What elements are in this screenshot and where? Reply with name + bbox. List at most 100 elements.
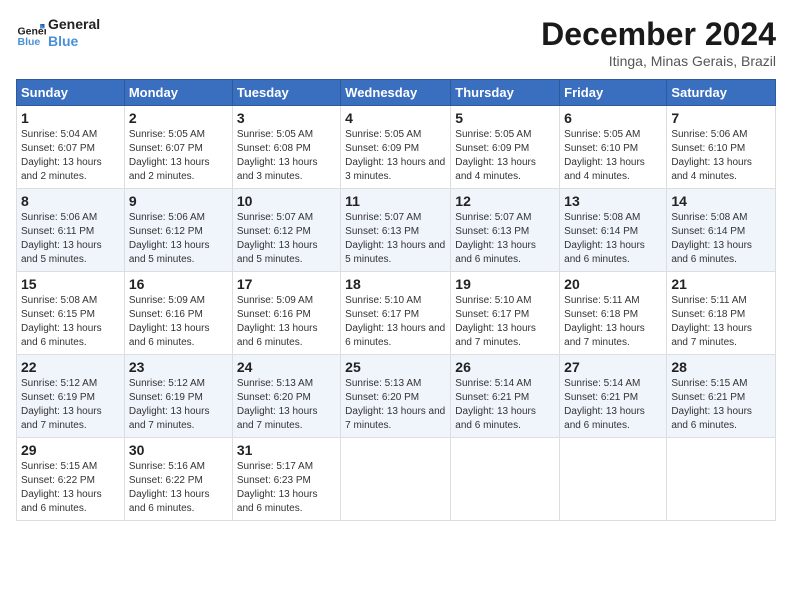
sunrise-label: Sunrise: 5:13 AM — [345, 378, 421, 389]
sunset-label: Sunset: 6:17 PM — [345, 309, 419, 320]
calendar-week-row: 15 Sunrise: 5:08 AM Sunset: 6:15 PM Dayl… — [17, 272, 776, 355]
day-number: 16 — [129, 276, 228, 292]
day-info: Sunrise: 5:05 AM Sunset: 6:09 PM Dayligh… — [345, 128, 446, 184]
logo: General Blue General Blue — [16, 16, 100, 50]
daylight-label: Daylight: 13 hours and 6 minutes. — [671, 240, 752, 265]
day-info: Sunrise: 5:05 AM Sunset: 6:07 PM Dayligh… — [129, 128, 228, 184]
day-number: 1 — [21, 110, 120, 126]
sunrise-label: Sunrise: 5:11 AM — [671, 295, 746, 306]
day-info: Sunrise: 5:17 AM Sunset: 6:23 PM Dayligh… — [237, 460, 336, 516]
day-number: 14 — [671, 193, 771, 209]
sunset-label: Sunset: 6:18 PM — [671, 309, 745, 320]
daylight-label: Daylight: 13 hours and 3 minutes. — [237, 157, 318, 182]
sunrise-label: Sunrise: 5:17 AM — [237, 461, 313, 472]
day-info: Sunrise: 5:12 AM Sunset: 6:19 PM Dayligh… — [129, 377, 228, 433]
day-number: 31 — [237, 442, 336, 458]
location: Itinga, Minas Gerais, Brazil — [541, 53, 776, 69]
sunset-label: Sunset: 6:07 PM — [129, 143, 203, 154]
daylight-label: Daylight: 13 hours and 6 minutes. — [564, 240, 645, 265]
day-info: Sunrise: 5:14 AM Sunset: 6:21 PM Dayligh… — [564, 377, 662, 433]
sunset-label: Sunset: 6:07 PM — [21, 143, 95, 154]
sunrise-label: Sunrise: 5:05 AM — [564, 129, 640, 140]
day-number: 13 — [564, 193, 662, 209]
month-title: December 2024 — [541, 16, 776, 53]
calendar-header-row: Sunday Monday Tuesday Wednesday Thursday… — [17, 80, 776, 106]
calendar-cell: 8 Sunrise: 5:06 AM Sunset: 6:11 PM Dayli… — [17, 189, 125, 272]
sunset-label: Sunset: 6:22 PM — [129, 475, 203, 486]
daylight-label: Daylight: 13 hours and 4 minutes. — [671, 157, 752, 182]
daylight-label: Daylight: 13 hours and 3 minutes. — [345, 157, 445, 182]
day-number: 15 — [21, 276, 120, 292]
sunrise-label: Sunrise: 5:07 AM — [455, 212, 531, 223]
sunset-label: Sunset: 6:08 PM — [237, 143, 311, 154]
sunrise-label: Sunrise: 5:05 AM — [237, 129, 313, 140]
sunrise-label: Sunrise: 5:04 AM — [21, 129, 97, 140]
sunset-label: Sunset: 6:21 PM — [455, 392, 529, 403]
calendar-cell: 21 Sunrise: 5:11 AM Sunset: 6:18 PM Dayl… — [667, 272, 776, 355]
day-number: 5 — [455, 110, 555, 126]
calendar-cell: 17 Sunrise: 5:09 AM Sunset: 6:16 PM Dayl… — [232, 272, 340, 355]
day-number: 28 — [671, 359, 771, 375]
sunset-label: Sunset: 6:20 PM — [237, 392, 311, 403]
sunset-label: Sunset: 6:14 PM — [671, 226, 745, 237]
calendar-cell — [341, 438, 451, 521]
sunrise-label: Sunrise: 5:10 AM — [455, 295, 531, 306]
day-number: 27 — [564, 359, 662, 375]
day-number: 7 — [671, 110, 771, 126]
day-number: 19 — [455, 276, 555, 292]
sunrise-label: Sunrise: 5:07 AM — [345, 212, 421, 223]
daylight-label: Daylight: 13 hours and 7 minutes. — [345, 406, 445, 431]
sunrise-label: Sunrise: 5:08 AM — [564, 212, 640, 223]
calendar-cell: 10 Sunrise: 5:07 AM Sunset: 6:12 PM Dayl… — [232, 189, 340, 272]
calendar-cell: 31 Sunrise: 5:17 AM Sunset: 6:23 PM Dayl… — [232, 438, 340, 521]
day-info: Sunrise: 5:11 AM Sunset: 6:18 PM Dayligh… — [671, 294, 771, 350]
calendar-cell: 20 Sunrise: 5:11 AM Sunset: 6:18 PM Dayl… — [560, 272, 667, 355]
day-number: 2 — [129, 110, 228, 126]
col-tuesday: Tuesday — [232, 80, 340, 106]
day-info: Sunrise: 5:16 AM Sunset: 6:22 PM Dayligh… — [129, 460, 228, 516]
calendar-week-row: 8 Sunrise: 5:06 AM Sunset: 6:11 PM Dayli… — [17, 189, 776, 272]
sunrise-label: Sunrise: 5:10 AM — [345, 295, 421, 306]
calendar-cell — [560, 438, 667, 521]
calendar-cell: 5 Sunrise: 5:05 AM Sunset: 6:09 PM Dayli… — [451, 106, 560, 189]
calendar-cell: 18 Sunrise: 5:10 AM Sunset: 6:17 PM Dayl… — [341, 272, 451, 355]
calendar-cell: 24 Sunrise: 5:13 AM Sunset: 6:20 PM Dayl… — [232, 355, 340, 438]
day-number: 21 — [671, 276, 771, 292]
calendar-cell: 14 Sunrise: 5:08 AM Sunset: 6:14 PM Dayl… — [667, 189, 776, 272]
day-info: Sunrise: 5:06 AM Sunset: 6:11 PM Dayligh… — [21, 211, 120, 267]
day-info: Sunrise: 5:10 AM Sunset: 6:17 PM Dayligh… — [455, 294, 555, 350]
daylight-label: Daylight: 13 hours and 7 minutes. — [129, 406, 210, 431]
sunrise-label: Sunrise: 5:08 AM — [21, 295, 97, 306]
daylight-label: Daylight: 13 hours and 6 minutes. — [455, 240, 536, 265]
calendar-cell: 29 Sunrise: 5:15 AM Sunset: 6:22 PM Dayl… — [17, 438, 125, 521]
sunset-label: Sunset: 6:11 PM — [21, 226, 94, 237]
daylight-label: Daylight: 13 hours and 4 minutes. — [455, 157, 536, 182]
daylight-label: Daylight: 13 hours and 6 minutes. — [237, 489, 318, 514]
calendar-cell: 3 Sunrise: 5:05 AM Sunset: 6:08 PM Dayli… — [232, 106, 340, 189]
calendar-cell: 19 Sunrise: 5:10 AM Sunset: 6:17 PM Dayl… — [451, 272, 560, 355]
day-number: 11 — [345, 193, 446, 209]
logo-name-blue: Blue — [48, 33, 100, 50]
day-info: Sunrise: 5:14 AM Sunset: 6:21 PM Dayligh… — [455, 377, 555, 433]
logo-icon: General Blue — [16, 18, 46, 48]
daylight-label: Daylight: 13 hours and 7 minutes. — [21, 406, 102, 431]
daylight-label: Daylight: 13 hours and 6 minutes. — [129, 323, 210, 348]
daylight-label: Daylight: 13 hours and 2 minutes. — [129, 157, 210, 182]
calendar-cell: 27 Sunrise: 5:14 AM Sunset: 6:21 PM Dayl… — [560, 355, 667, 438]
sunset-label: Sunset: 6:17 PM — [455, 309, 529, 320]
day-info: Sunrise: 5:10 AM Sunset: 6:17 PM Dayligh… — [345, 294, 446, 350]
calendar-cell: 22 Sunrise: 5:12 AM Sunset: 6:19 PM Dayl… — [17, 355, 125, 438]
sunrise-label: Sunrise: 5:13 AM — [237, 378, 313, 389]
sunset-label: Sunset: 6:16 PM — [237, 309, 311, 320]
sunrise-label: Sunrise: 5:08 AM — [671, 212, 747, 223]
day-number: 25 — [345, 359, 446, 375]
calendar-cell: 26 Sunrise: 5:14 AM Sunset: 6:21 PM Dayl… — [451, 355, 560, 438]
sunset-label: Sunset: 6:09 PM — [455, 143, 529, 154]
sunset-label: Sunset: 6:21 PM — [671, 392, 745, 403]
daylight-label: Daylight: 13 hours and 5 minutes. — [21, 240, 102, 265]
day-info: Sunrise: 5:07 AM Sunset: 6:13 PM Dayligh… — [345, 211, 446, 267]
calendar-cell: 4 Sunrise: 5:05 AM Sunset: 6:09 PM Dayli… — [341, 106, 451, 189]
calendar-cell: 7 Sunrise: 5:06 AM Sunset: 6:10 PM Dayli… — [667, 106, 776, 189]
sunset-label: Sunset: 6:20 PM — [345, 392, 419, 403]
day-info: Sunrise: 5:09 AM Sunset: 6:16 PM Dayligh… — [129, 294, 228, 350]
